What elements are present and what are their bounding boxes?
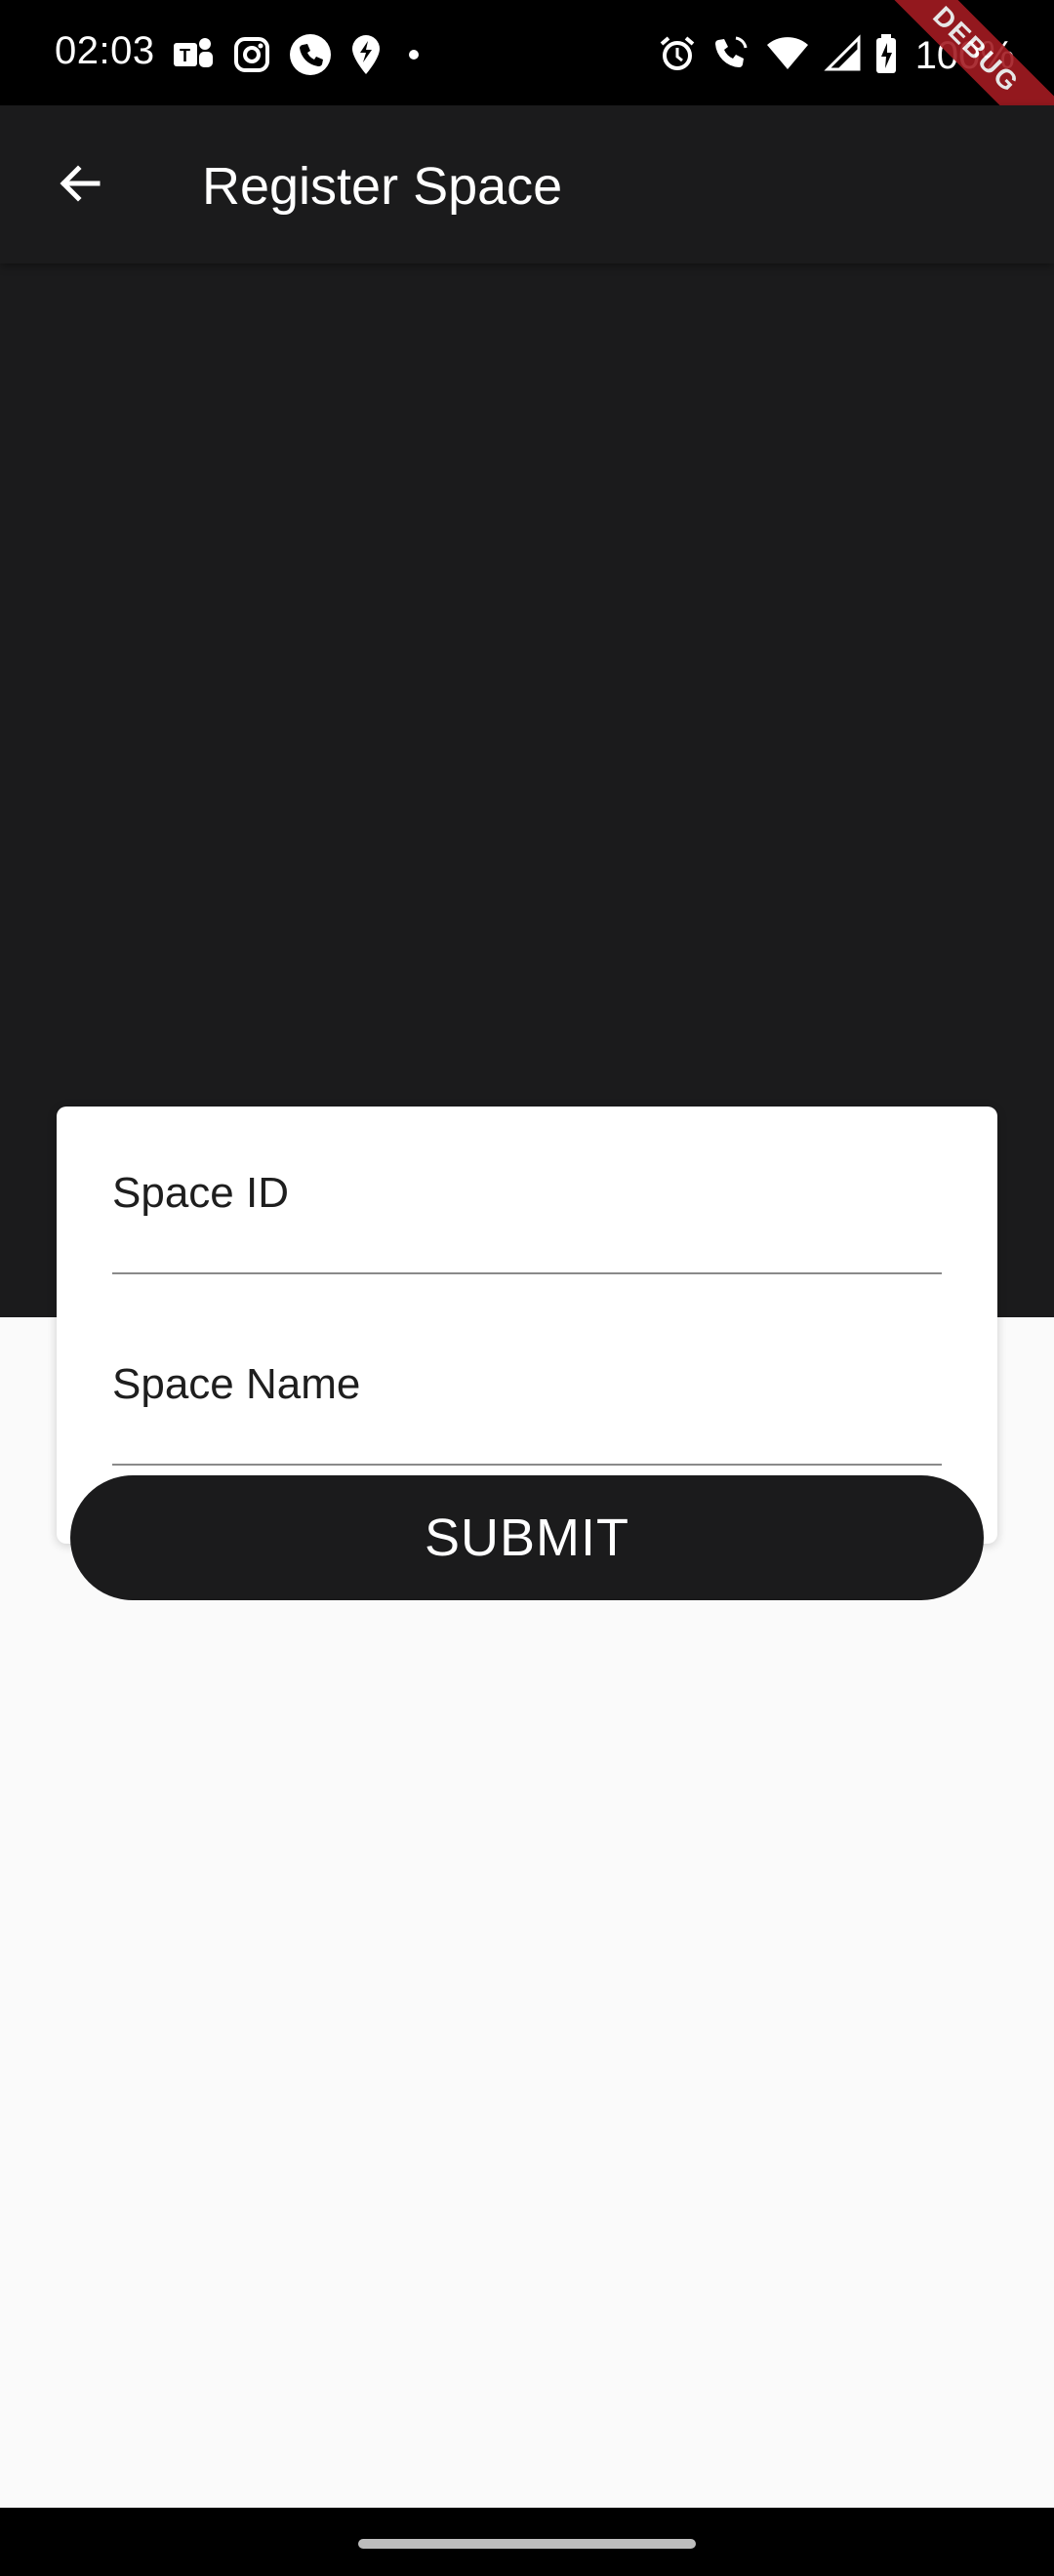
app-bar: Register Space [0, 105, 1054, 263]
dot-icon [400, 35, 427, 79]
wifi-icon [765, 34, 810, 78]
home-indicator[interactable] [358, 2539, 696, 2549]
back-button[interactable] [43, 148, 117, 222]
battery-charging-icon [874, 33, 898, 79]
space-id-field [112, 1146, 942, 1274]
phone-app-icon [289, 33, 332, 81]
instagram-icon [232, 35, 271, 79]
register-space-screen: 02:03 T DEBUG Register Space Space ID Sp… [0, 0, 1054, 2576]
status-bar: 02:03 T DEBUG [0, 0, 1054, 170]
navigation-bar [0, 2508, 1054, 2576]
page-title: Register Space [202, 157, 563, 216]
wifi-calling-icon [710, 34, 751, 78]
svg-text:T: T [180, 46, 190, 65]
alarm-icon [658, 34, 697, 78]
location-app-icon [349, 33, 383, 81]
teams-icon: T [172, 35, 215, 79]
notification-icons: T [172, 33, 427, 81]
submit-button[interactable]: SUBMIT [70, 1475, 984, 1600]
cellular-signal-icon [824, 34, 861, 78]
arrow-back-icon [55, 158, 105, 214]
status-time: 02:03 [55, 29, 155, 72]
space-name-field [112, 1337, 942, 1466]
space-id-input[interactable] [112, 1146, 942, 1274]
space-name-input[interactable] [112, 1337, 942, 1466]
